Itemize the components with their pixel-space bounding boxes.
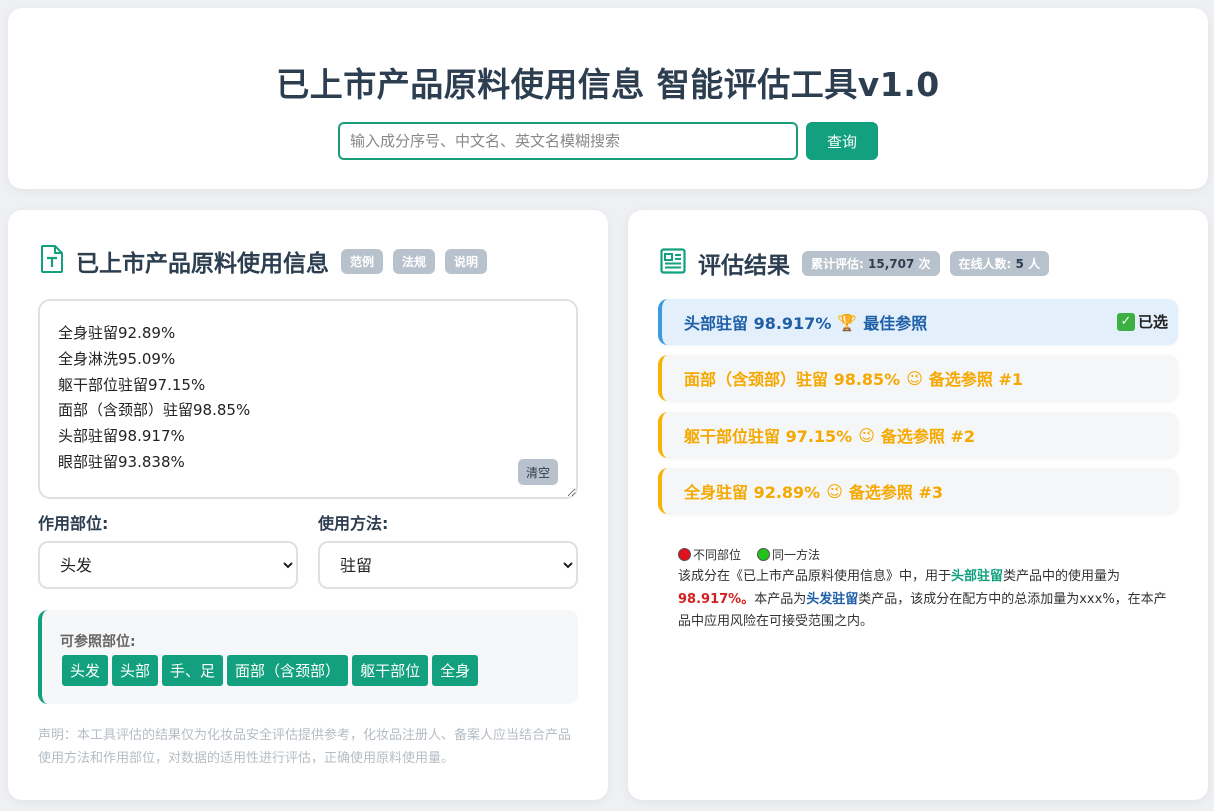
selected-indicator: ✓ 已选 — [1116, 311, 1168, 332]
legend-same-method: 同一方法 — [772, 548, 821, 562]
explain-part: 类产品中的使用量为 — [1003, 569, 1121, 584]
method-label: 使用方法: — [318, 514, 389, 533]
result-text: 全身驻留 92.89% — [684, 483, 821, 502]
search-button[interactable]: 查询 — [806, 122, 878, 160]
online-users-badge: 在线人数: 5 人 — [949, 250, 1050, 276]
result-panel-title: 评估结果 — [698, 253, 790, 279]
reference-sites-box: 可参照部位: 头发 头部 手、足 面部（含颈部） 躯干部位 全身 — [38, 610, 578, 704]
header-card: 已上市产品原料使用信息 智能评估工具v1.0 查询 — [8, 8, 1208, 189]
total-evaluations-unit: 次 — [918, 256, 931, 271]
example-chip[interactable]: 范例 — [341, 248, 384, 274]
wink-icon: 😉 — [858, 425, 875, 445]
green-dot-icon — [757, 548, 771, 561]
document-icon — [40, 245, 64, 277]
ref-tag-hair[interactable]: 头发 — [62, 655, 109, 686]
ref-tag-trunk[interactable]: 躯干部位 — [352, 655, 429, 686]
ref-tag-whole-body[interactable]: 全身 — [432, 655, 479, 686]
input-panel-header: 已上市产品原料使用信息 范例 法规 说明 — [40, 244, 488, 278]
result-tag: 最佳参照 — [863, 314, 928, 333]
legend: 不同部位 同一方法 — [678, 546, 820, 563]
regulation-chip[interactable]: 法规 — [393, 248, 436, 274]
ref-tag-head[interactable]: 头部 — [112, 655, 159, 686]
result-tag: 备选参照 #3 — [848, 483, 944, 502]
method-select[interactable]: 驻留 — [318, 541, 578, 589]
online-users-value: 5 — [1015, 256, 1024, 271]
legend-different-site: 不同部位 — [693, 548, 742, 562]
disclaimer-text: 声明：本工具评估的结果仅为化妆品安全评估提供参考，化妆品注册人、备案人应当结合产… — [38, 728, 572, 766]
total-evaluations-label: 累计评估: — [811, 256, 864, 271]
explain-part: 该成分在《已上市产品原料使用信息》中，用于 — [678, 569, 952, 584]
report-icon — [660, 248, 686, 278]
clear-button[interactable]: 清空 — [518, 459, 558, 485]
input-panel-title: 已上市产品原料使用信息 — [76, 251, 329, 277]
explain-highlight-value: 98.917%。 — [678, 591, 755, 607]
search-input[interactable] — [338, 122, 798, 160]
ref-tag-hands-feet[interactable]: 手、足 — [162, 655, 224, 686]
result-row-best[interactable]: 头部驻留 98.917% 🏆 最佳参照 ✓ 已选 — [658, 299, 1178, 345]
explain-highlight-site: 头部驻留 — [951, 569, 1004, 584]
result-row-alt-3[interactable]: 全身驻留 92.89% 😉 备选参照 #3 — [658, 468, 1178, 514]
result-text: 面部（含颈部）驻留 98.85% — [684, 370, 901, 389]
total-evaluations-badge: 累计评估: 15,707 次 — [802, 250, 940, 276]
explanation-text: 该成分在《已上市产品原料使用信息》中，用于头部驻留类产品中的使用量为 98.917… — [678, 566, 1168, 634]
ref-tag-face-neck[interactable]: 面部（含颈部） — [227, 655, 349, 686]
selected-label: 已选 — [1137, 313, 1168, 331]
red-dot-icon — [678, 548, 691, 561]
result-panel-header: 评估结果 累计评估: 15,707 次 在线人数: 5 人 — [660, 246, 1050, 280]
input-panel: 已上市产品原料使用信息 范例 法规 说明 全身驻留92.89% 全身淋洗95.0… — [8, 210, 608, 800]
reference-sites-label: 可参照部位: — [60, 634, 136, 650]
checkmark-icon: ✓ — [1116, 312, 1135, 331]
result-text: 头部驻留 98.917% — [684, 314, 832, 333]
result-panel: 评估结果 累计评估: 15,707 次 在线人数: 5 人 头部驻留 98.91… — [628, 210, 1208, 800]
wink-icon: 😉 — [906, 368, 923, 388]
site-select[interactable]: 头发 — [38, 541, 298, 589]
page-title: 已上市产品原料使用信息 智能评估工具v1.0 — [276, 65, 940, 104]
instructions-chip[interactable]: 说明 — [445, 248, 488, 274]
explain-part: 本产品为 — [754, 591, 807, 607]
wink-icon: 😉 — [826, 481, 843, 501]
trophy-icon: 🏆 — [837, 312, 858, 332]
result-row-alt-1[interactable]: 面部（含颈部）驻留 98.85% 😉 备选参照 #1 — [658, 355, 1178, 401]
result-text: 躯干部位驻留 97.15% — [684, 427, 853, 446]
explain-highlight-product: 头发驻留 — [806, 591, 859, 607]
result-tag: 备选参照 #2 — [880, 427, 976, 446]
result-row-alt-2[interactable]: 躯干部位驻留 97.15% 😉 备选参照 #2 — [658, 412, 1178, 458]
online-users-unit: 人 — [1028, 256, 1041, 271]
ingredient-textarea[interactable]: 全身驻留92.89% 全身淋洗95.09% 躯干部位驻留97.15% 面部（含颈… — [38, 299, 578, 499]
online-users-label: 在线人数: — [958, 256, 1012, 271]
result-tag: 备选参照 #1 — [928, 370, 1024, 389]
total-evaluations-value: 15,707 — [868, 256, 915, 271]
site-label: 作用部位: — [38, 514, 109, 533]
reference-sites-tags: 头发 头部 手、足 面部（含颈部） 躯干部位 全身 — [62, 655, 479, 686]
